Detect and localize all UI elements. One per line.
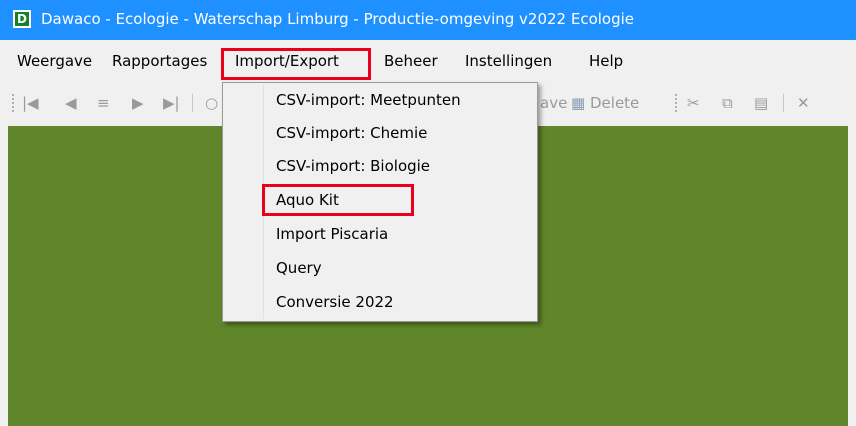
previous-record-icon[interactable]: ◀ [65,94,77,112]
toolbar-grip-2[interactable] [675,94,679,112]
first-record-icon[interactable]: |◀ [22,94,39,112]
toolbar-grip[interactable] [12,94,16,112]
delete-icon[interactable]: ▦ [571,94,585,112]
close-icon[interactable]: ✕ [797,94,810,112]
menu-item-csv-meetpunten[interactable]: CSV-import: Meetpunten [276,91,461,109]
menu-item-conversie-2022[interactable]: Conversie 2022 [276,293,394,311]
menu-help[interactable]: Help [589,52,623,70]
menu-item-query[interactable]: Query [276,259,322,277]
dropdown-icon-gutter [223,83,261,321]
list-icon[interactable]: ≡ [97,94,110,112]
save-button[interactable]: ave [540,94,567,112]
toolbar-separator [192,94,193,112]
menu-item-import-piscaria[interactable]: Import Piscaria [276,225,388,243]
aquo-kit-highlight-box [262,184,414,216]
dawaco-app-icon: D [13,10,31,28]
app-window: D Dawaco - Ecologie - Waterschap Limburg… [0,0,856,426]
import-export-highlight-box [221,48,371,80]
last-record-icon[interactable]: ▶| [163,94,180,112]
copy-icon[interactable]: ⧉ [722,94,733,112]
circle-icon[interactable]: ○ [205,94,218,112]
cut-icon[interactable]: ✂ [687,94,700,112]
paste-icon[interactable]: ▤ [754,94,768,112]
menu-beheer[interactable]: Beheer [384,52,438,70]
menu-item-csv-biologie[interactable]: CSV-import: Biologie [276,157,430,175]
menu-weergave[interactable]: Weergave [17,52,92,70]
menu-item-csv-chemie[interactable]: CSV-import: Chemie [276,124,427,142]
delete-button[interactable]: Delete [590,94,639,112]
window-title: Dawaco - Ecologie - Waterschap Limburg -… [41,10,635,28]
menu-instellingen[interactable]: Instellingen [465,52,552,70]
menu-rapportages[interactable]: Rapportages [112,52,207,70]
title-bar: D Dawaco - Ecologie - Waterschap Limburg… [0,0,856,40]
next-record-icon[interactable]: ▶ [132,94,144,112]
menu-bar: Weergave Rapportages Import/Export Behee… [0,40,856,82]
toolbar-separator-2 [783,94,784,112]
